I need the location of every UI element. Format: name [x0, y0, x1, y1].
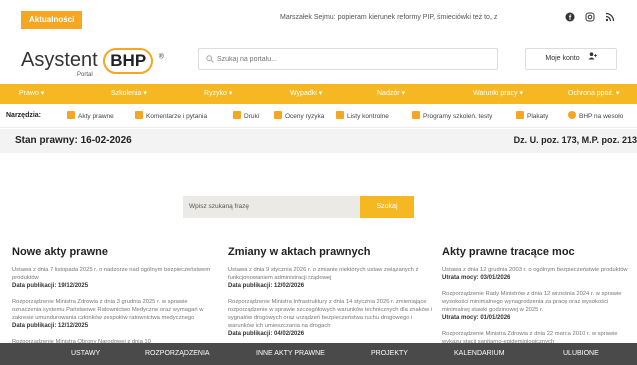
- category-projekty[interactable]: PROJEKTY: [371, 343, 408, 365]
- checkmark-icon: [336, 111, 344, 119]
- legal-status-date: Stan prawny: 16-02-2026: [15, 135, 132, 146]
- portal-search-input[interactable]: [217, 52, 487, 67]
- act-link[interactable]: Rozporządzenie Ministra Infrastruktury z…: [228, 298, 432, 330]
- nav-item-ryzyko[interactable]: Ryzyko ▾: [204, 84, 232, 104]
- column-title: Nowe akty prawne: [12, 246, 108, 258]
- news-ticker[interactable]: Marszałek Sejmu: popieram kierunek refor…: [280, 14, 497, 21]
- my-account-button[interactable]: Moje konto: [525, 48, 617, 70]
- column-title: Akty prawne tracące moc: [442, 246, 575, 258]
- column-amended-acts: Zmiany w aktach prawnych Ustawa z dnia 9…: [228, 246, 432, 346]
- act-link[interactable]: Ustawa z dnia 9 stycznia 2026 r. o zmian…: [228, 266, 432, 282]
- nav-item-szkolenia[interactable]: Szkolenia ▾: [111, 84, 147, 104]
- phrase-search-input[interactable]: Wpisz szukaną frazę: [183, 196, 360, 218]
- news-badge[interactable]: Aktualności: [21, 11, 83, 29]
- instagram-icon[interactable]: [585, 12, 595, 24]
- column-title: Zmiany w aktach prawnych: [228, 246, 371, 258]
- bottom-category-bar: USTAWY ROZPORZĄDZENIA INNE AKTY PRAWNE P…: [0, 343, 637, 365]
- nav-item-ochrona-ppoz[interactable]: Ochrona ppoż. ▾: [568, 84, 619, 104]
- site-header: Asystent BHP ® Portal Moje konto: [0, 34, 637, 84]
- act-link[interactable]: Ustawa z dnia 12 grudnia 2003 r. o ogóln…: [442, 266, 637, 274]
- legal-status-bar: Stan prawny: 16-02-2026 Dz. U. poz. 173,…: [0, 129, 637, 153]
- tool-plakaty[interactable]: Plakaty: [516, 111, 548, 120]
- facebook-icon[interactable]: f: [565, 12, 575, 24]
- category-ulubione[interactable]: ULUBIONE: [563, 343, 599, 365]
- act-date: Data publikacji: 04/02/2026: [228, 331, 305, 337]
- nav-item-wypadki[interactable]: Wypadki ▾: [290, 84, 322, 104]
- chevron-down-icon: ▾: [143, 90, 147, 97]
- tool-bhp-na-wesolo[interactable]: BHP na wesoło: [568, 111, 623, 120]
- smiley-icon: [568, 111, 576, 119]
- main-nav: Prawo ▾ Szkolenia ▾ Ryzyko ▾ Wypadki ▾ N…: [0, 84, 637, 104]
- site-logo[interactable]: Asystent BHP ®: [21, 48, 164, 74]
- top-bar: Aktualności Marszałek Sejmu: popieram ki…: [0, 0, 637, 34]
- nav-item-prawo[interactable]: Prawo ▾: [19, 84, 44, 104]
- rss-icon[interactable]: [605, 12, 615, 24]
- act-link[interactable]: Ustawa z dnia 7 listopada 2025 r. o nadz…: [12, 266, 216, 282]
- act-date: Data publikacji: 19/12/2025: [12, 283, 89, 289]
- logo-word: Asystent: [21, 49, 98, 71]
- category-inne-akty[interactable]: INNE AKTY PRAWNE: [256, 343, 325, 365]
- act-link[interactable]: Rozporządzenie Rady Ministrów z dnia 12 …: [442, 290, 637, 314]
- category-ustawy[interactable]: USTAWY: [71, 343, 100, 365]
- act-date: Data publikacji: 12/12/2025: [12, 323, 89, 329]
- tools-bar: Narzędzia: Akty prawne Komentarze i pyta…: [0, 104, 637, 128]
- act-date: Data publikacji: 12/02/2026: [228, 283, 305, 289]
- logo-subtitle: Portal: [77, 72, 93, 78]
- tool-druki[interactable]: Druki: [233, 111, 259, 120]
- printer-icon: [233, 111, 241, 119]
- tools-label: Narzędzia:: [6, 112, 42, 119]
- chevron-down-icon: ▾: [318, 90, 323, 97]
- tool-komentarze[interactable]: Komentarze i pytania: [135, 111, 207, 120]
- nav-item-warunki-pracy[interactable]: Warunki pracy ▾: [473, 84, 523, 104]
- tool-akty-prawne[interactable]: Akty prawne: [67, 111, 114, 120]
- column-new-acts: Nowe akty prawne Ustawa z dnia 7 listopa…: [12, 246, 216, 346]
- act-date: Utrata mocy: 03/01/2026: [442, 275, 511, 281]
- search-icon[interactable]: [206, 55, 214, 65]
- page: Aktualności Marszałek Sejmu: popieram ki…: [0, 0, 637, 365]
- tool-programy-szkolen[interactable]: Programy szkoleń, testy: [412, 111, 492, 120]
- clipboard-icon: [516, 111, 524, 119]
- column-expiring-acts: Akty prawne tracące moc Ustawa z dnia 12…: [442, 246, 637, 346]
- social-icons: f: [565, 12, 615, 24]
- category-rozporzadzenia[interactable]: ROZPORZĄDZENIA: [145, 343, 210, 365]
- my-account-label: Moje konto: [545, 55, 580, 62]
- category-kalendarium[interactable]: KALENDARIUM: [454, 343, 505, 365]
- chevron-down-icon: ▾: [228, 90, 233, 97]
- chevron-down-icon: ▾: [519, 90, 523, 97]
- chevron-down-icon: ▾: [40, 90, 45, 97]
- logo-registered-mark: ®: [158, 53, 164, 61]
- act-link[interactable]: Rozporządzenie Ministra Zdrowia z dnia 3…: [12, 298, 216, 322]
- books-icon: [67, 111, 75, 119]
- user-plus-icon: [588, 52, 597, 62]
- act-date: Utrata mocy: 01/01/2026: [442, 315, 511, 321]
- person-icon: [135, 111, 143, 119]
- nav-item-nadzor[interactable]: Nadzór ▾: [377, 84, 405, 104]
- chevron-down-icon: ▾: [615, 90, 620, 97]
- phrase-search-button[interactable]: Szukaj: [360, 196, 414, 218]
- document-icon: [274, 111, 282, 119]
- logo-bhp: BHP: [103, 48, 154, 74]
- legal-status-source: Dz. U. poz. 173, M.P. poz. 213: [513, 135, 637, 145]
- checkbox-icon: [412, 111, 420, 119]
- portal-search: [198, 48, 498, 70]
- tool-listy-kontrolne[interactable]: Listy kontrolne: [336, 111, 389, 120]
- tool-oceny-ryzyka[interactable]: Oceny ryzyka: [274, 111, 324, 120]
- chevron-down-icon: ▾: [401, 90, 406, 97]
